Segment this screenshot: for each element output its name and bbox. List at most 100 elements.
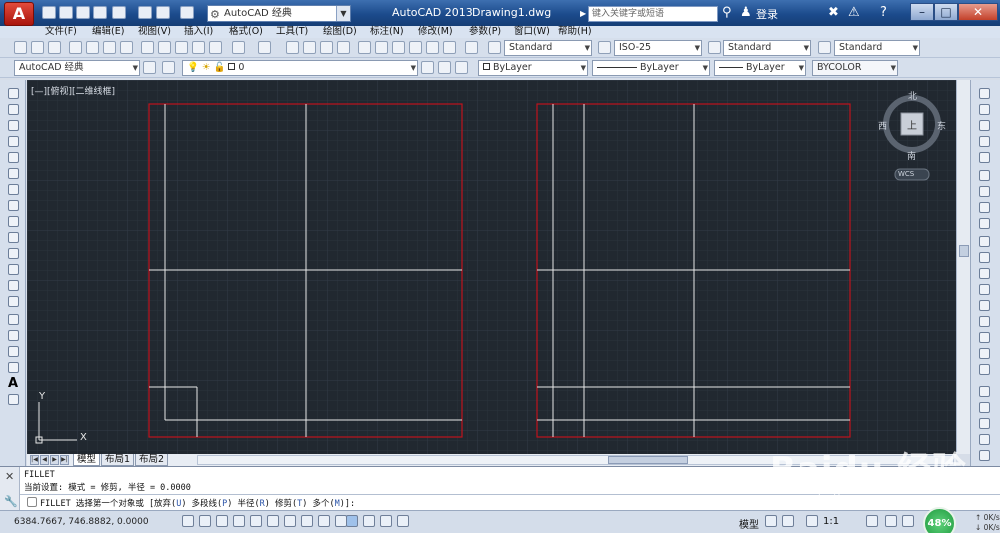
design-center-icon[interactable] <box>375 41 388 54</box>
scroll-thumb[interactable] <box>959 245 969 257</box>
undo-icon[interactable] <box>232 41 245 54</box>
3d-osnap-icon[interactable] <box>284 515 296 527</box>
new-icon[interactable] <box>14 41 27 54</box>
undo-icon[interactable] <box>156 6 170 19</box>
network-icon[interactable]: ⚠ <box>848 5 860 20</box>
publish-icon[interactable] <box>103 41 116 54</box>
transparency-icon[interactable] <box>363 515 375 527</box>
menu-edit[interactable]: 编辑(E) <box>92 26 124 38</box>
lineweight-toggle-icon[interactable] <box>346 515 358 527</box>
extend-icon[interactable] <box>979 252 990 263</box>
arc-icon[interactable] <box>8 168 19 179</box>
plotstyle-select[interactable]: BYCOLOR ▼ <box>812 60 898 76</box>
move-icon[interactable] <box>979 170 990 181</box>
search-expand-icon[interactable]: ▶ <box>580 9 586 18</box>
menu-help[interactable]: 帮助(H) <box>558 26 592 38</box>
selection-cycling-icon[interactable] <box>397 515 409 527</box>
snap-icon[interactable] <box>199 515 211 527</box>
stretch-icon[interactable] <box>979 218 990 229</box>
lineweight-select[interactable]: ByLayer ▼ <box>714 60 806 76</box>
user-icon[interactable]: ♟ <box>740 5 752 20</box>
break-icon[interactable] <box>979 284 990 295</box>
menu-window[interactable]: 窗口(W) <box>514 26 550 38</box>
maximize-button[interactable]: □ <box>934 3 958 21</box>
dim-style-icon[interactable] <box>598 41 611 54</box>
wrench-icon[interactable]: 🔧 <box>4 495 18 508</box>
viewcube-west[interactable]: 西 <box>878 119 887 132</box>
close-icon[interactable]: ✕ <box>5 470 14 483</box>
trim-icon[interactable] <box>979 236 990 247</box>
menu-file[interactable]: 文件(F) <box>45 26 77 38</box>
open-icon[interactable] <box>59 6 73 19</box>
login-button[interactable]: 登录 <box>756 6 778 22</box>
blend-curves-icon[interactable] <box>979 348 990 359</box>
table-style-icon[interactable] <box>708 41 721 54</box>
menu-modify[interactable]: 修改(M) <box>418 26 453 38</box>
draw-order-under-icon[interactable] <box>979 450 990 461</box>
point-icon[interactable] <box>8 296 19 307</box>
spline-icon[interactable] <box>8 216 19 227</box>
circle-icon[interactable] <box>8 184 19 195</box>
layer-state-icon[interactable] <box>455 61 468 74</box>
redo-icon[interactable] <box>180 6 194 19</box>
workspace-settings-icon[interactable] <box>143 61 156 74</box>
redo-icon[interactable] <box>258 41 271 54</box>
workspace-switching-icon[interactable] <box>885 515 897 527</box>
otrack-icon[interactable] <box>301 515 313 527</box>
construction-line-icon[interactable] <box>8 104 19 115</box>
copy-icon[interactable] <box>158 41 171 54</box>
dim-style-select[interactable]: ISO-25 ▼ <box>614 40 702 56</box>
make-block-icon[interactable] <box>8 280 19 291</box>
properties-icon[interactable] <box>358 41 371 54</box>
next-tab-button[interactable]: ▶ <box>50 455 59 465</box>
grid-icon[interactable] <box>216 515 228 527</box>
explode-icon[interactable] <box>979 364 990 375</box>
menu-dimension[interactable]: 标注(N) <box>370 26 404 38</box>
viewport-controls-label[interactable]: [—][俯视][二维线框] <box>31 84 115 97</box>
paste-icon[interactable] <box>175 41 188 54</box>
multileader-style-icon[interactable] <box>818 41 831 54</box>
draw-order-back-icon[interactable] <box>979 418 990 429</box>
text-style-icon[interactable] <box>488 41 501 54</box>
zoom-window-icon[interactable] <box>320 41 333 54</box>
quick-view-drawings-icon[interactable] <box>782 515 794 527</box>
exchange-icon[interactable]: ✖ <box>828 5 839 20</box>
viewcube-top-label[interactable]: 上 <box>907 117 917 132</box>
first-tab-button[interactable]: |◀ <box>30 455 39 465</box>
join-icon[interactable] <box>979 300 990 311</box>
array-icon[interactable] <box>979 152 990 163</box>
match-properties-icon[interactable] <box>192 41 205 54</box>
tool-palettes-icon[interactable] <box>392 41 405 54</box>
color-select[interactable]: ByLayer ▼ <box>478 60 588 76</box>
viewcube-north[interactable]: 北 <box>908 89 917 102</box>
print-icon[interactable] <box>69 41 82 54</box>
cut-icon[interactable] <box>141 41 154 54</box>
polyline-icon[interactable] <box>8 120 19 131</box>
table-icon[interactable] <box>8 362 19 373</box>
quick-properties-icon[interactable] <box>380 515 392 527</box>
line-icon[interactable] <box>8 88 19 99</box>
quickcalc-icon[interactable] <box>443 41 456 54</box>
scroll-thumb[interactable] <box>608 456 688 464</box>
menu-parametric[interactable]: 参数(P) <box>469 26 501 38</box>
tab-layout1[interactable]: 布局1 <box>101 454 135 466</box>
hatch-icon[interactable] <box>8 314 19 325</box>
ellipse-icon[interactable] <box>8 232 19 243</box>
prev-tab-button[interactable]: ◀ <box>40 455 49 465</box>
lock-ui-icon[interactable] <box>902 515 914 527</box>
copy-object-icon[interactable] <box>979 104 990 115</box>
insert-block-icon[interactable] <box>8 264 19 275</box>
gradient-icon[interactable] <box>8 330 19 341</box>
osnap-icon[interactable] <box>267 515 279 527</box>
help-icon[interactable]: ? <box>880 5 887 20</box>
layer-select[interactable]: 💡 ☀ 🔓 0 ▼ <box>182 60 418 76</box>
linetype-select[interactable]: ByLayer ▼ <box>592 60 710 76</box>
tab-model[interactable]: 模型 <box>73 454 101 466</box>
pan-icon[interactable] <box>286 41 299 54</box>
drawing-canvas[interactable]: [—][俯视][二维线框] 北 南 东 西 上 WCS Y X <box>27 80 970 454</box>
last-tab-button[interactable]: ▶| <box>60 455 69 465</box>
open-icon[interactable] <box>31 41 44 54</box>
layer-previous-icon[interactable] <box>438 61 451 74</box>
polar-icon[interactable] <box>250 515 262 527</box>
binoculars-icon[interactable]: ⚲ <box>722 5 732 20</box>
